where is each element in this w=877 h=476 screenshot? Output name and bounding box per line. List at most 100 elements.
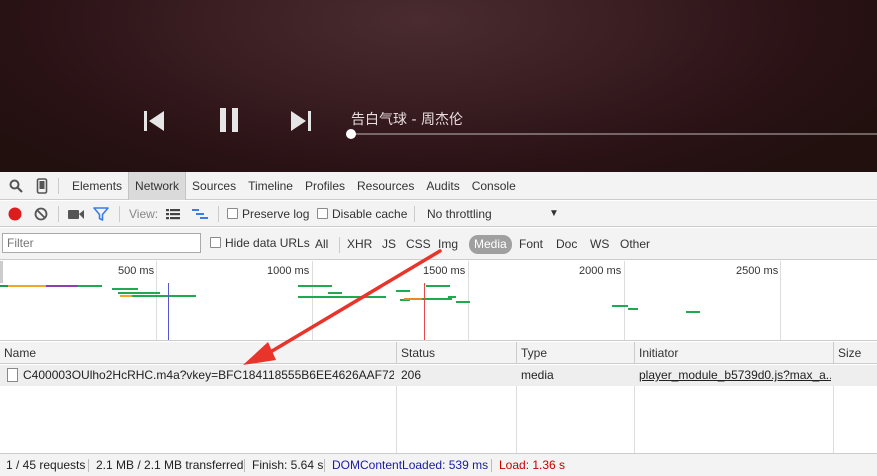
tab-audits[interactable]: Audits (420, 172, 465, 200)
checkbox-box[interactable] (210, 237, 221, 248)
capture-screenshots-button[interactable] (67, 206, 84, 222)
transferred-size: 2.1 MB / 2.1 MB transferred (96, 458, 244, 472)
devtools-tabs: Elements Network Sources Timeline Profil… (66, 172, 522, 200)
filter-all[interactable]: All (310, 235, 333, 254)
overview-tick-label: 500 ms (118, 265, 155, 277)
throttling-value: No throttling (427, 207, 492, 221)
overview-request-bar (112, 288, 138, 290)
column-header-name[interactable]: Name (0, 342, 396, 364)
filter-divider (339, 237, 340, 253)
checkbox-box[interactable] (317, 208, 328, 219)
throttling-select[interactable]: No throttling ▼ (427, 201, 563, 227)
tab-timeline[interactable]: Timeline (242, 172, 299, 200)
overview-request-bar (118, 292, 140, 294)
hide-data-urls-label: Hide data URLs (225, 236, 310, 250)
record-button[interactable] (7, 206, 23, 222)
pause-icon (220, 108, 238, 132)
music-player: 告白气球 - 周杰伦 (0, 0, 877, 172)
load-time: Load: 1.36 s (499, 458, 566, 472)
column-header-size[interactable]: Size (833, 342, 877, 364)
disable-cache-checkbox[interactable]: Disable cache (317, 201, 407, 227)
filter-icon (93, 207, 109, 221)
filter-css[interactable]: CSS (401, 235, 436, 254)
preserve-log-label: Preserve log (242, 207, 310, 221)
request-type: media (521, 368, 554, 382)
overview-request-bar (120, 295, 132, 297)
tab-sources[interactable]: Sources (186, 172, 242, 200)
tab-profiles[interactable]: Profiles (299, 172, 351, 200)
next-icon (291, 111, 311, 131)
file-icon (7, 368, 18, 382)
dom-content-loaded-time: DOMContentLoaded: 539 ms (332, 458, 489, 472)
filter-ws[interactable]: WS (585, 235, 614, 254)
request-table-header: Name Status Type Initiator Size (0, 342, 877, 364)
filter-input[interactable] (2, 233, 201, 253)
column-header-status[interactable]: Status (396, 342, 516, 364)
tab-network[interactable]: Network (128, 172, 187, 200)
preserve-log-checkbox[interactable]: Preserve log (227, 201, 309, 227)
song-title: 告白气球 - 周杰伦 (351, 112, 463, 128)
record-icon (8, 207, 22, 221)
finish-time: Finish: 5.64 s (252, 458, 324, 472)
devtools-panel: Elements Network Sources Timeline Profil… (0, 172, 877, 476)
view-label: View: (129, 207, 159, 221)
request-initiator-link[interactable]: player_module_b5739d0.js?max_a... (635, 365, 831, 386)
overview-request-bar (8, 285, 46, 287)
filter-other[interactable]: Other (615, 235, 655, 254)
tab-resources[interactable]: Resources (351, 172, 420, 200)
filter-toggle-button[interactable] (93, 206, 109, 222)
request-status: 206 (401, 368, 422, 382)
filter-img[interactable]: Img (433, 235, 463, 254)
requests-count: 1 / 45 requests (6, 458, 86, 472)
hide-data-urls-checkbox[interactable]: Hide data URLs (210, 230, 310, 256)
pause-button[interactable] (219, 107, 239, 133)
previous-track-button[interactable] (143, 110, 165, 132)
column-header-initiator[interactable]: Initiator (634, 342, 833, 364)
column-header-type[interactable]: Type (516, 342, 634, 364)
filter-media[interactable]: Media (469, 235, 512, 254)
request-table: C400003OUlho2HcRHC.m4a?vkey=BFC184118555… (0, 365, 877, 453)
filter-xhr[interactable]: XHR (342, 235, 377, 254)
request-name[interactable]: C400003OUlho2HcRHC.m4a?vkey=BFC184118555… (19, 365, 394, 386)
chevron-down-icon: ▼ (549, 208, 559, 219)
overview-tick-label: 1500 ms (423, 265, 466, 277)
status-divider (88, 459, 89, 472)
large-rows-button[interactable] (165, 206, 181, 222)
overview-gridline (624, 261, 625, 340)
clear-button[interactable] (33, 206, 49, 222)
waterfall-icon (192, 209, 208, 219)
checkbox-box[interactable] (227, 208, 238, 219)
progress-knob[interactable] (346, 129, 356, 139)
network-overview[interactable]: 500 ms 1000 ms 1500 ms 2000 ms 2500 ms (0, 261, 877, 341)
overview-request-bar (404, 298, 422, 300)
overview-tick-label: 2500 ms (736, 265, 779, 277)
toolbar-divider (119, 206, 120, 222)
load-marker (424, 283, 425, 340)
toolbar-divider (218, 206, 219, 222)
tab-elements[interactable]: Elements (66, 172, 128, 200)
overview-toggle-button[interactable] (191, 206, 208, 222)
overview-request-bar (0, 285, 8, 287)
toolbar-divider (58, 178, 59, 194)
table-row[interactable]: C400003OUlho2HcRHC.m4a?vkey=BFC184118555… (0, 365, 877, 386)
filter-js[interactable]: JS (377, 235, 401, 254)
overview-handle[interactable] (0, 261, 3, 283)
previous-icon (144, 111, 164, 131)
overview-request-bar (686, 311, 700, 313)
overview-request-bar (612, 305, 628, 307)
filter-font[interactable]: Font (514, 235, 548, 254)
devtools-tabbar: Elements Network Sources Timeline Profil… (0, 172, 877, 200)
progress-bar[interactable] (352, 133, 877, 135)
inspect-icon[interactable] (8, 178, 24, 194)
tab-console[interactable]: Console (466, 172, 522, 200)
overview-request-bar (140, 292, 160, 294)
toolbar-divider (58, 206, 59, 222)
filter-doc[interactable]: Doc (551, 235, 582, 254)
status-divider (491, 459, 492, 472)
next-track-button[interactable] (290, 110, 312, 132)
status-divider (244, 459, 245, 472)
clear-icon (34, 207, 48, 221)
overview-request-bar (328, 292, 342, 294)
network-toolbar: View: Preserve log Disable cache No thro… (0, 201, 877, 227)
device-mode-icon[interactable] (34, 178, 50, 194)
